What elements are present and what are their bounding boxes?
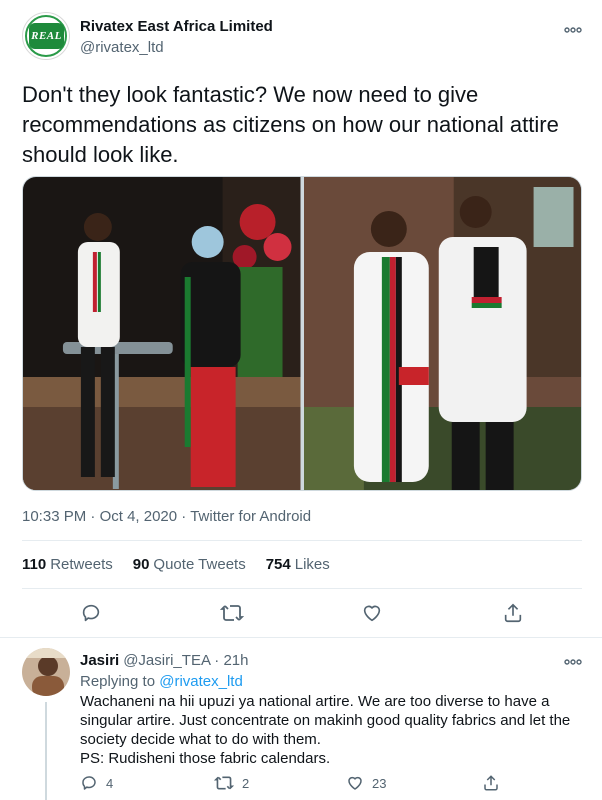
reply-header: Jasiri @Jasiri_TEA · 21h <box>80 652 249 669</box>
date: Oct 4, 2020 <box>99 508 178 525</box>
reply-avatar[interactable] <box>22 648 70 696</box>
reply-display-name[interactable]: Jasiri <box>80 652 119 669</box>
likes-label: Likes <box>294 556 330 573</box>
reply-line: PS: Rudisheni those fabric calendars. <box>80 750 331 767</box>
reply-retweet-button[interactable]: 2 <box>214 774 249 792</box>
likes-count: 754 <box>265 556 291 573</box>
display-name[interactable]: Rivatex East Africa Limited <box>80 18 273 35</box>
quote-tweets-stat[interactable]: 90 Quote Tweets <box>133 556 246 573</box>
retweet-icon[interactable] <box>217 598 247 628</box>
client-source[interactable]: Twitter for Android <box>190 508 311 525</box>
replying-to: Replying to @rivatex_ltd <box>80 673 243 690</box>
reply-line: singular artire. Just concentrate on mak… <box>80 712 571 729</box>
reply-more-options-icon[interactable] <box>564 652 582 668</box>
reply-time[interactable]: 21h <box>223 652 248 669</box>
retweets-stat[interactable]: 110 Retweets <box>22 556 113 573</box>
retweet-count: 2 <box>242 775 250 791</box>
likes-stat[interactable]: 754 Likes <box>266 556 330 573</box>
separator: · <box>181 508 187 525</box>
reply-share-button[interactable] <box>482 774 500 792</box>
tweet-media[interactable] <box>22 176 582 491</box>
tweet-header: REAL Rivatex East Africa Limited @rivate… <box>22 12 582 62</box>
engagement-stats: 110 Retweets 90 Quote Tweets 754 Likes <box>22 556 330 573</box>
user-handle[interactable]: @rivatex_ltd <box>80 39 164 56</box>
reply-text: Wachaneni na hii upuzi ya national artir… <box>80 692 580 768</box>
reply-handle[interactable]: @Jasiri_TEA <box>123 652 210 669</box>
like-icon <box>348 776 362 790</box>
like-icon[interactable] <box>357 598 387 628</box>
retweet-icon <box>214 776 234 790</box>
reply-line: Wachaneni na hii upuzi ya national artir… <box>80 693 550 710</box>
divider <box>0 637 602 638</box>
reply-icon[interactable] <box>76 598 106 628</box>
tweet-text: Don't they look fantastic? We now need t… <box>22 82 559 167</box>
reply-line: society decide what to do with them. <box>80 731 321 748</box>
reply-icon <box>82 776 96 790</box>
thread-line <box>45 702 47 800</box>
reply-like-button[interactable]: 23 <box>346 774 386 792</box>
reply-count: 4 <box>106 775 114 791</box>
replying-to-link[interactable]: @rivatex_ltd <box>159 673 243 690</box>
tweet-timestamp[interactable]: 10:33 PM · Oct 4, 2020 · Twitter for And… <box>22 508 311 525</box>
more-options-icon[interactable] <box>564 20 582 36</box>
quote-tweets-count: 90 <box>132 556 150 573</box>
divider <box>22 588 582 589</box>
like-count: 23 <box>372 775 387 791</box>
avatar[interactable]: REAL <box>22 12 70 60</box>
share-icon <box>484 775 498 791</box>
replying-prefix: Replying to <box>80 673 156 690</box>
share-icon[interactable] <box>498 598 528 628</box>
reply-reply-button[interactable]: 4 <box>80 774 113 792</box>
brand-logo: REAL <box>29 23 64 49</box>
time: 10:33 PM <box>22 508 87 525</box>
quote-tweets-label: Quote Tweets <box>153 556 246 573</box>
tweet-actions <box>22 598 582 628</box>
divider <box>22 540 582 541</box>
reply-actions: 4 2 23 <box>80 774 510 796</box>
retweets-label: Retweets <box>50 556 113 573</box>
photo-outdoor[interactable] <box>303 177 581 490</box>
retweets-count: 110 <box>22 556 47 573</box>
separator: · <box>90 508 96 525</box>
reply-tweet[interactable]: Jasiri @Jasiri_TEA · 21h Replying to @riv… <box>0 640 602 800</box>
photo-studio[interactable] <box>23 177 301 490</box>
separator: · <box>214 652 220 669</box>
